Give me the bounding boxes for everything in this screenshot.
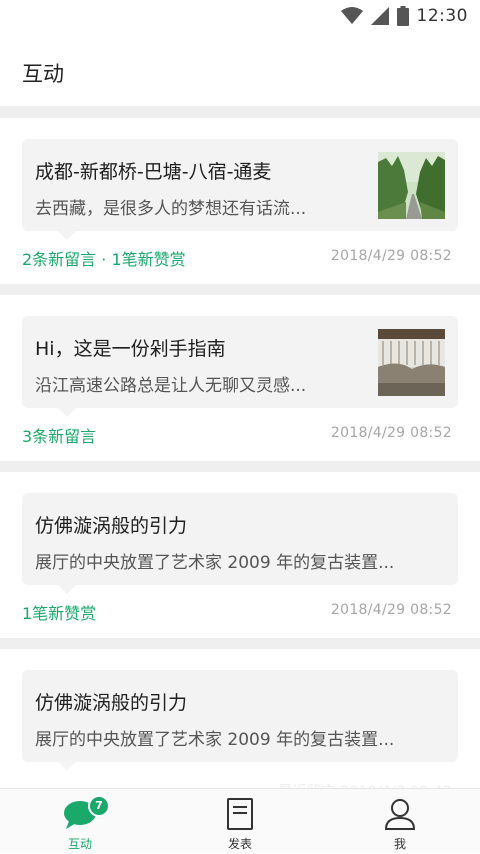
bottom-tab-bar: 7 互动 发表 我: [0, 788, 480, 853]
timestamp: 2018/4/29 08:52: [330, 602, 452, 618]
divider: [0, 638, 480, 649]
tab-publish[interactable]: 发表: [160, 789, 320, 854]
page-title: 互动: [22, 62, 64, 86]
tab-label: 发表: [227, 837, 252, 851]
cell-signal-icon: [370, 7, 389, 25]
message-bubble[interactable]: Hi，这是一份剁手指南 沿江高速公路总是让人无聊又灵感...: [22, 316, 458, 417]
divider: [0, 284, 480, 295]
article-title: 成都-新都桥-巴塘-八宿-通麦: [35, 161, 272, 183]
app-bar: 互动: [0, 32, 480, 106]
article-excerpt: 展厅的中央放置了艺术家 2009 年的复古装置...: [35, 730, 395, 750]
card-meta: 3条新留言 2018/4/29 08:52: [22, 423, 458, 447]
message-bubble[interactable]: 成都-新都桥-巴塘-八宿-通麦 去西藏，是很多人的梦想还有话流...: [22, 139, 458, 240]
card-meta: 1笔新赞赏 2018/4/29 08:52: [22, 600, 458, 624]
article-excerpt: 沿江高速公路总是让人无聊又灵感...: [35, 376, 307, 396]
new-activity-status: 1笔新赞赏: [22, 604, 97, 623]
article-excerpt: 展厅的中央放置了艺术家 2009 年的复古装置...: [35, 553, 395, 573]
clock: 12:30: [416, 6, 468, 26]
article-excerpt: 去西藏，是很多人的梦想还有话流...: [35, 199, 307, 219]
timestamp: 2018/4/29 08:52: [330, 248, 452, 264]
divider: [0, 106, 480, 118]
document-icon: [227, 798, 253, 830]
person-icon: [384, 799, 416, 830]
status-bar: 12:30: [0, 0, 480, 32]
street-building-photo: [378, 329, 445, 396]
road-trees-photo: [378, 152, 445, 219]
card-meta: 2条新留言 · 1笔新赞赏 2018/4/29 08:52: [22, 246, 458, 270]
article-title: Hi，这是一份剁手指南: [35, 338, 226, 360]
new-activity-status: 3条新留言: [22, 427, 97, 446]
message-bubble[interactable]: 仿佛漩涡般的引力 展厅的中央放置了艺术家 2009 年的复古装置...: [22, 670, 458, 771]
divider: [0, 461, 480, 472]
new-activity-status: 2条新留言 · 1笔新赞赏: [22, 250, 186, 269]
list-item[interactable]: 仿佛漩涡般的引力 展厅的中央放置了艺术家 2009 年的复古装置... 1笔新赞…: [0, 472, 480, 638]
wifi-icon: [340, 7, 363, 24]
article-title: 仿佛漩涡般的引力: [35, 515, 188, 537]
timestamp: 2018/4/29 08:52: [330, 425, 452, 441]
unread-badge: 7: [88, 795, 110, 817]
tab-me[interactable]: 我: [320, 789, 480, 854]
list-item[interactable]: 成都-新都桥-巴塘-八宿-通麦 去西藏，是很多人的梦想还有话流... 2条新留言…: [0, 118, 480, 284]
article-title: 仿佛漩涡般的引力: [35, 692, 188, 714]
message-bubble[interactable]: 仿佛漩涡般的引力 展厅的中央放置了艺术家 2009 年的复古装置...: [22, 493, 458, 594]
tab-label: 我: [393, 837, 406, 851]
list-item[interactable]: Hi，这是一份剁手指南 沿江高速公路总是让人无聊又灵感... 3条新留言 201…: [0, 295, 480, 461]
tab-interact[interactable]: 7 互动: [0, 789, 160, 854]
battery-icon: [396, 6, 409, 26]
tab-label: 互动: [67, 837, 92, 851]
list-item[interactable]: 仿佛漩涡般的引力 展厅的中央放置了艺术家 2009 年的复古装置... 最近留言…: [0, 649, 480, 800]
